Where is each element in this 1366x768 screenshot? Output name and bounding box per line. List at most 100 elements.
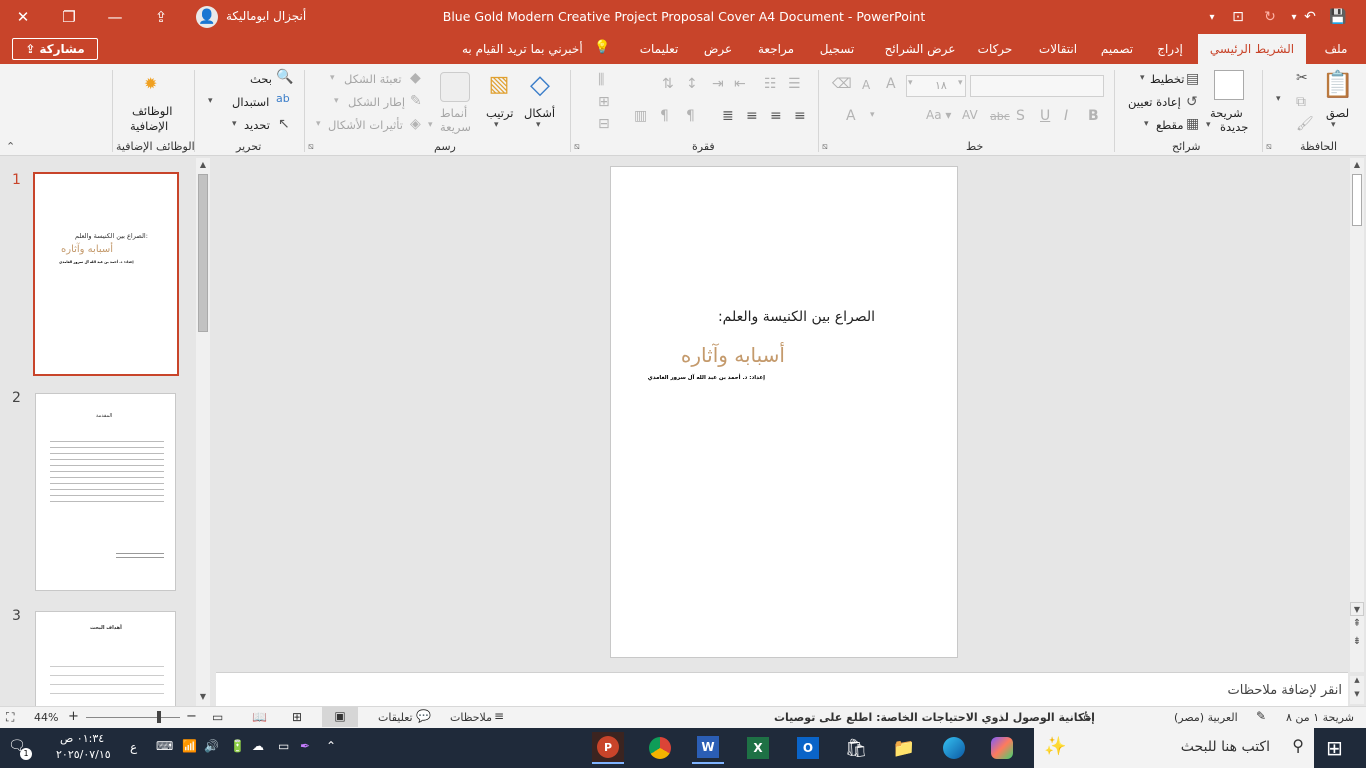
pen-icon[interactable]: ✒	[300, 739, 310, 753]
line-spacing-icon[interactable]: ↕	[686, 76, 698, 92]
reset-icon[interactable]: ↺	[1186, 94, 1198, 110]
section-button[interactable]: مقطع	[1156, 118, 1184, 132]
font-launcher-icon[interactable]: ⧅	[822, 142, 828, 152]
quick-styles-button-line2[interactable]: سريعة	[440, 120, 471, 134]
scroll-down-icon[interactable]: ▼	[1350, 602, 1364, 616]
show-hidden-icons-icon[interactable]: ⌃	[326, 739, 336, 753]
ribbon-display-options-button[interactable]: ⇪	[138, 0, 184, 34]
bullets-icon[interactable]: ☰	[788, 76, 801, 92]
select-button[interactable]: تحديد	[244, 118, 270, 132]
arrange-dropdown-icon[interactable]: ▾	[494, 120, 499, 130]
slide-show-view-icon[interactable]: ▭	[212, 710, 223, 724]
quick-styles-button-line1[interactable]: أنماط	[440, 106, 467, 120]
replace-button[interactable]: استبدال	[232, 95, 269, 109]
align-center-icon[interactable]: ≡	[770, 108, 782, 124]
copy-icon[interactable]: ⧉	[1296, 94, 1306, 110]
tab-slide-show[interactable]: عرض الشرائح	[876, 34, 964, 64]
thumbnails-scrollbar[interactable]: ▲ ▼	[196, 158, 210, 706]
minimize-button[interactable]: —	[92, 0, 138, 34]
qat-customize-icon[interactable]: ▾	[1200, 6, 1224, 28]
tab-design[interactable]: تصميم	[1096, 34, 1138, 64]
edge-taskbar-icon[interactable]	[938, 732, 970, 764]
normal-view-icon[interactable]: ▣	[322, 707, 358, 727]
addins-icon[interactable]: ✹	[144, 74, 157, 93]
clock-date[interactable]: ٢٠٢٥/٠٧/١٥	[56, 748, 111, 761]
numbering-icon[interactable]: ☷	[764, 76, 777, 92]
scroll-thumb[interactable]	[198, 174, 208, 332]
addins-button-line2[interactable]: الإضافية	[130, 119, 168, 133]
font-name-field[interactable]	[970, 75, 1104, 97]
chrome-taskbar-icon[interactable]	[644, 732, 676, 764]
copilot-taskbar-icon[interactable]	[986, 732, 1018, 764]
italic-icon[interactable]: I	[1064, 108, 1068, 124]
windows-start-icon[interactable]: ⊞	[1326, 736, 1343, 760]
copy-dropdown-icon[interactable]: ▾	[1276, 94, 1281, 104]
section-icon[interactable]: ▦	[1186, 116, 1199, 132]
shapes-dropdown-icon[interactable]: ▾	[536, 120, 541, 130]
wifi-icon[interactable]: 📶	[182, 739, 197, 753]
reading-view-icon[interactable]: 📖	[252, 710, 267, 724]
present-from-beginning-icon[interactable]: ⊡	[1226, 6, 1250, 28]
thumbnail-slide-3[interactable]: أهداف البحث	[35, 611, 176, 711]
align-left-icon[interactable]: ≡	[746, 108, 758, 124]
arrange-button[interactable]: ترتيب	[486, 106, 514, 120]
tab-record[interactable]: تسجيل	[814, 34, 860, 64]
find-icon[interactable]: 🔍	[276, 69, 293, 85]
ltr-icon[interactable]: ¶	[660, 108, 669, 124]
replace-dropdown-icon[interactable]: ▾	[208, 96, 213, 106]
shape-effects-icon[interactable]: ◈	[410, 116, 421, 132]
shape-fill-button[interactable]: تعبئة الشكل	[344, 72, 402, 86]
restore-button[interactable]: ❐	[46, 0, 92, 34]
scroll-up-icon[interactable]: ▲	[1350, 676, 1364, 688]
previous-slide-icon[interactable]: ⇞	[1350, 618, 1364, 632]
input-language[interactable]: ع	[130, 740, 137, 754]
user-name[interactable]: أنجزال ايوماليكة	[226, 9, 306, 23]
font-color-icon[interactable]: A	[846, 108, 856, 124]
font-color-dropdown-icon[interactable]: ▾	[870, 110, 875, 120]
convert-smartart-icon[interactable]: ⊞	[598, 94, 610, 110]
shape-outline-dropdown-icon[interactable]: ▾	[334, 96, 339, 106]
paragraph-launcher-icon[interactable]: ⧅	[574, 142, 580, 152]
device-icon[interactable]: ▭	[278, 739, 289, 753]
clock-time[interactable]: ٠١:٣٤ ص	[60, 732, 104, 745]
scroll-up-icon[interactable]: ▲	[196, 158, 210, 172]
notes-placeholder[interactable]: انقر لإضافة ملاحظات	[1228, 683, 1342, 698]
word-taskbar-icon[interactable]: W	[692, 732, 724, 764]
save-icon[interactable]: 💾	[1326, 6, 1350, 28]
paste-button[interactable]: لصق	[1326, 106, 1349, 120]
shape-outline-button[interactable]: إطار الشكل	[348, 95, 405, 109]
comments-button[interactable]: تعليقات	[378, 711, 413, 724]
store-taskbar-icon[interactable]: 🛍	[840, 732, 872, 764]
shapes-button[interactable]: أشكال	[524, 106, 555, 120]
notes-scrollbar[interactable]: ▲ ▼	[1350, 676, 1364, 704]
volume-icon[interactable]: 🔊	[204, 739, 219, 753]
scroll-down-icon[interactable]: ▼	[196, 690, 210, 704]
collapse-ribbon-icon[interactable]: ⌃	[6, 140, 15, 153]
accessibility-status[interactable]: إمكانية الوصول لذوي الاحتياجات الخاصة: ا…	[774, 711, 1095, 724]
scroll-thumb[interactable]	[1352, 174, 1362, 226]
tab-transitions[interactable]: انتقالات	[1032, 34, 1084, 64]
notes-button[interactable]: ملاحظات	[450, 711, 492, 724]
font-size-field[interactable]: ١٨	[906, 75, 966, 97]
scroll-down-icon[interactable]: ▼	[1350, 690, 1364, 702]
font-name-dropdown-icon[interactable]: ▾	[958, 78, 963, 88]
shape-effects-button[interactable]: تأثيرات الأشكال	[328, 118, 403, 132]
redo-icon[interactable]: ↻	[1258, 6, 1282, 28]
addins-button-line1[interactable]: الوظائف	[132, 104, 172, 118]
tell-me-input[interactable]: أخبرني بما تريد القيام به	[462, 42, 583, 56]
decrease-indent-icon[interactable]: ⇤	[734, 76, 746, 92]
layout-dropdown-icon[interactable]: ▾	[1140, 73, 1145, 83]
cut-icon[interactable]: ✂	[1296, 70, 1308, 86]
tab-review[interactable]: مراجعة	[752, 34, 800, 64]
shape-outline-icon[interactable]: ✎	[410, 93, 422, 109]
increase-font-icon[interactable]: A	[886, 76, 896, 92]
powerpoint-taskbar-icon[interactable]: P	[592, 732, 624, 764]
justify-icon[interactable]: ≣	[722, 108, 734, 124]
columns-icon[interactable]: ▥	[634, 108, 647, 124]
tab-animations[interactable]: حركات	[974, 34, 1016, 64]
reset-button[interactable]: إعادة تعيين	[1128, 95, 1181, 109]
undo-icon[interactable]: ↶	[1298, 6, 1322, 28]
replace-icon[interactable]: ab	[276, 92, 290, 105]
shape-fill-dropdown-icon[interactable]: ▾	[330, 73, 335, 83]
excel-taskbar-icon[interactable]: X	[742, 732, 774, 764]
